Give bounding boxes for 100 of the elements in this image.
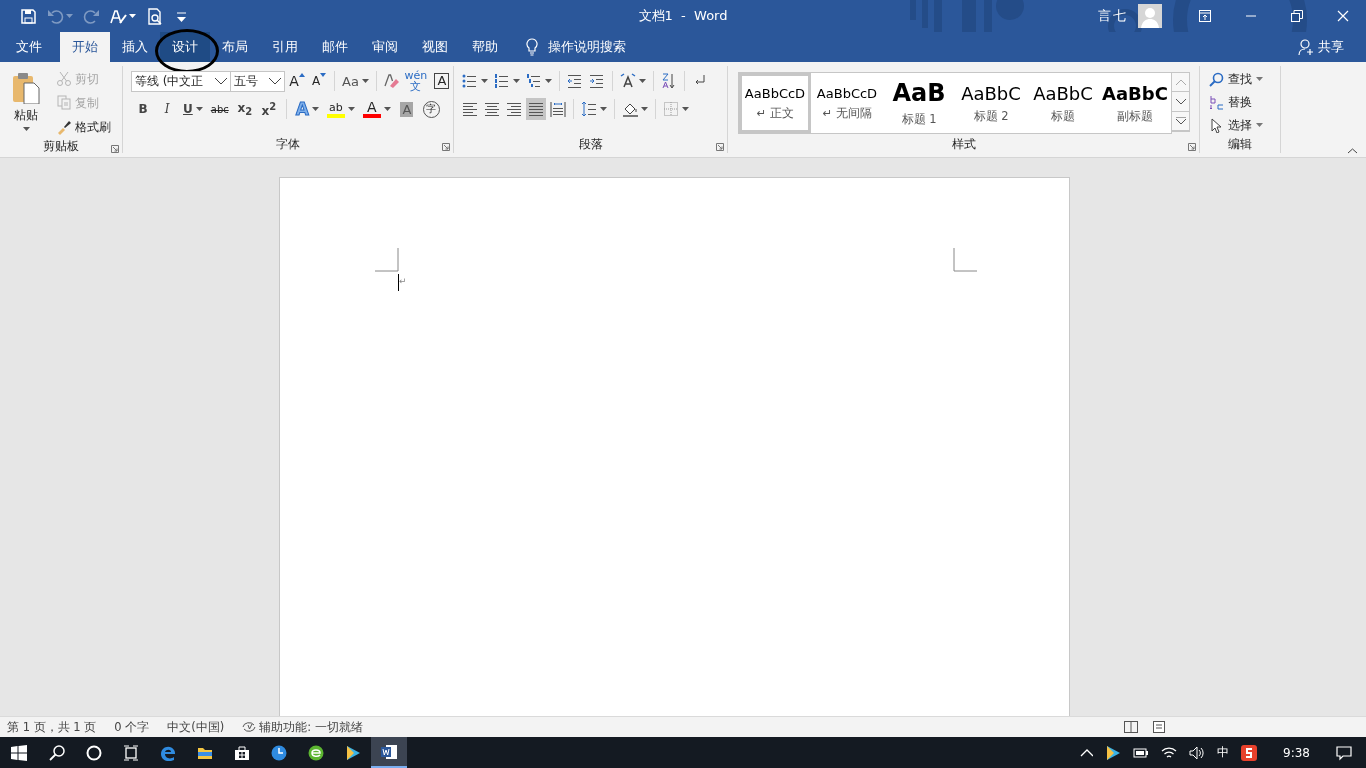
word-icon[interactable] bbox=[381, 743, 397, 760]
style-option[interactable]: AaBbC 副标题 bbox=[1099, 73, 1171, 133]
dialog-launcher-icon[interactable] bbox=[1188, 143, 1196, 151]
dialog-launcher-icon[interactable] bbox=[716, 143, 724, 151]
browser-e-icon[interactable] bbox=[159, 744, 176, 761]
underline-button[interactable]: U bbox=[181, 98, 205, 120]
play-icon[interactable] bbox=[344, 744, 361, 761]
print-preview-icon[interactable] bbox=[146, 7, 163, 25]
shrink-font-button[interactable]: A bbox=[309, 70, 329, 92]
close-icon[interactable] bbox=[1337, 10, 1349, 22]
numbered-list-icon bbox=[494, 72, 510, 90]
grow-font-button[interactable]: A bbox=[287, 70, 307, 92]
clock-icon[interactable] bbox=[270, 744, 287, 761]
justify-button[interactable] bbox=[526, 98, 546, 120]
select-button[interactable]: 选择 bbox=[1206, 114, 1266, 136]
replace-button[interactable]: 替换 bbox=[1206, 91, 1266, 113]
accessibility-status[interactable]: 辅助功能: 一切就绪 bbox=[259, 719, 363, 735]
dialog-launcher-icon[interactable] bbox=[111, 145, 119, 153]
style-preview: AaBbC bbox=[1033, 82, 1093, 104]
ribbon-tab[interactable]: 开始 bbox=[60, 32, 110, 62]
cortana-circle-icon[interactable] bbox=[85, 744, 102, 761]
ribbon-tab[interactable]: 视图 bbox=[410, 32, 460, 62]
style-preview: AaB bbox=[892, 79, 946, 107]
style-label: 标题 1 bbox=[901, 112, 937, 127]
ribbon-tab[interactable]: 引用 bbox=[260, 32, 310, 62]
caret-icon bbox=[347, 107, 355, 111]
strikethrough-button[interactable]: abc bbox=[208, 98, 231, 120]
phonetic-guide-button[interactable]: wén文 bbox=[401, 70, 430, 92]
read-mode-icon[interactable] bbox=[1124, 721, 1138, 733]
input-method[interactable]: 中 bbox=[1217, 744, 1230, 761]
up-triangle-icon bbox=[298, 73, 305, 77]
change-case-button[interactable]: Aa bbox=[340, 70, 371, 92]
globe-e-icon[interactable] bbox=[307, 744, 324, 761]
format-painter-button[interactable]: 格式刷 bbox=[54, 116, 114, 138]
search-icon[interactable] bbox=[48, 744, 65, 761]
scroll-down-icon[interactable] bbox=[1174, 98, 1187, 105]
save-icon[interactable] bbox=[20, 7, 37, 25]
align-center-icon bbox=[484, 100, 500, 118]
ribbon-display-icon[interactable] bbox=[1199, 10, 1211, 22]
character-border-button[interactable]: A bbox=[431, 70, 452, 92]
language[interactable]: 中文(中国) bbox=[167, 719, 225, 735]
sogou-s-icon[interactable] bbox=[1241, 744, 1258, 761]
font-size-field[interactable]: 五号 bbox=[230, 70, 285, 92]
user-name[interactable]: 言七 bbox=[1098, 7, 1128, 25]
notification-icon[interactable] bbox=[1336, 744, 1352, 761]
dialog-launcher-icon[interactable] bbox=[442, 143, 450, 151]
down-triangle-icon bbox=[320, 73, 327, 77]
find-button[interactable]: 查找 bbox=[1206, 68, 1266, 90]
subscript-button[interactable]: x$_{2}$ bbox=[234, 98, 255, 120]
caret-icon bbox=[545, 79, 552, 83]
caret-icon bbox=[1256, 77, 1263, 81]
caret-icon bbox=[129, 14, 136, 18]
style-option[interactable]: AaBbCcD ↵ 正文 bbox=[739, 73, 811, 133]
italic-button[interactable]: I bbox=[157, 98, 177, 120]
more-styles-icon[interactable] bbox=[1174, 117, 1187, 125]
ribbon-tab[interactable]: 帮助 bbox=[460, 32, 510, 62]
accessibility-icon bbox=[242, 721, 257, 733]
shopping-bag-icon[interactable] bbox=[233, 744, 250, 761]
restore-icon[interactable] bbox=[1291, 10, 1303, 22]
caret-icon bbox=[639, 79, 646, 83]
play-icon[interactable] bbox=[1105, 744, 1122, 761]
caret-icon bbox=[1256, 123, 1263, 127]
ribbon-tab[interactable]: 文件 bbox=[4, 32, 54, 62]
superscript-button[interactable]: x$^{2}$ bbox=[258, 98, 279, 120]
window-title: 文档1 - Word bbox=[638, 7, 728, 25]
task-view-icon[interactable] bbox=[122, 744, 139, 761]
volume-icon[interactable] bbox=[1189, 744, 1206, 761]
borders-icon bbox=[663, 100, 679, 118]
ribbon-tab[interactable]: 邮件 bbox=[310, 32, 360, 62]
clock-time[interactable]: 9:38 bbox=[1269, 745, 1324, 760]
paste-button[interactable]: 粘贴 bbox=[6, 68, 46, 138]
tell-me-search[interactable]: 操作说明搜索 bbox=[548, 38, 626, 56]
share-button[interactable]: 共享 bbox=[1288, 32, 1366, 62]
taskbar-button[interactable] bbox=[371, 737, 407, 768]
font-name-field[interactable]: 等线 (中文正 bbox=[131, 70, 231, 92]
caret-icon bbox=[195, 107, 203, 111]
caret-icon bbox=[361, 79, 369, 83]
caret-icon bbox=[682, 107, 689, 111]
print-layout-icon[interactable] bbox=[1152, 721, 1166, 733]
caret-icon bbox=[641, 107, 648, 111]
style-option[interactable]: AaB 标题 1 bbox=[883, 73, 955, 133]
style-preview: AaBbC bbox=[961, 82, 1021, 104]
windows-logo-icon[interactable] bbox=[11, 744, 27, 761]
copy-icon bbox=[57, 95, 71, 111]
clear-formatting-icon[interactable] bbox=[381, 72, 400, 90]
style-option[interactable]: AaBbC 标题 2 bbox=[955, 73, 1027, 133]
caret-icon bbox=[600, 107, 607, 111]
bold-button[interactable]: B bbox=[133, 98, 153, 120]
ribbon-tab[interactable]: 设计 bbox=[160, 32, 210, 62]
distributed-icon bbox=[550, 100, 566, 118]
style-option[interactable]: AaBbCcD ↵ 无间隔 bbox=[811, 73, 883, 133]
caret-icon bbox=[383, 107, 391, 111]
ribbon-tab[interactable]: 插入 bbox=[110, 32, 160, 62]
spelling-icon[interactable] bbox=[110, 7, 127, 25]
highlight-button[interactable]: ab bbox=[324, 98, 357, 120]
font-color-button[interactable]: A bbox=[360, 98, 393, 120]
collapse-ribbon-icon[interactable] bbox=[1347, 148, 1358, 154]
ribbon-tab[interactable]: 布局 bbox=[210, 32, 260, 62]
style-option[interactable]: AaBbC 标题 bbox=[1027, 73, 1099, 133]
ribbon-tab[interactable]: 审阅 bbox=[360, 32, 410, 62]
